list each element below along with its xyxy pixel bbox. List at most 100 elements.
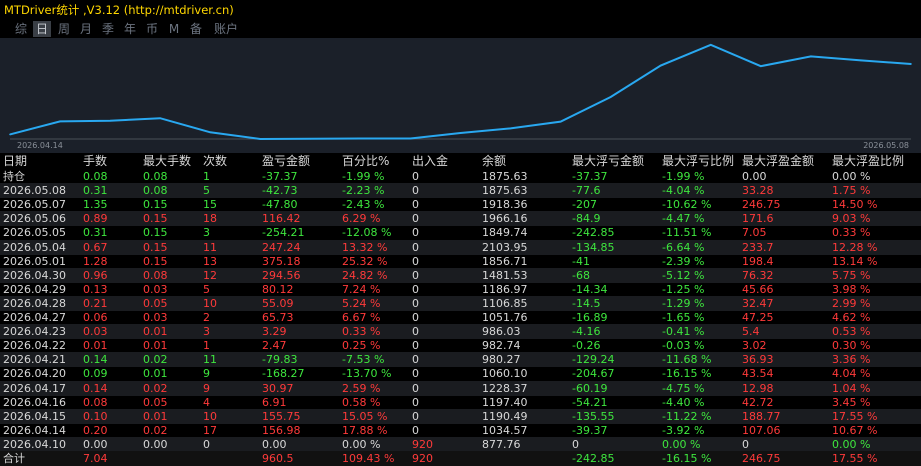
cell-date: 2026.05.04 [3, 240, 66, 254]
period-tab-9[interactable]: 账户 [211, 21, 241, 37]
table-row[interactable]: 2026.04.16 0.08 0.05 4 6.91 0.58 % 0 1197.40 -54… [0, 395, 921, 410]
cell-count: 1 [203, 170, 210, 183]
table-row[interactable]: 2026.05.04 0.67 0.15 11 247.24 13.32 % 0 2103.9… [0, 239, 921, 255]
cell-lots: 0.20 [83, 423, 108, 437]
header-max-float-loss[interactable]: 最大浮亏金额 [572, 154, 644, 169]
period-tab-6[interactable]: 币 [143, 21, 161, 37]
cell-deposit: 0 [412, 296, 419, 310]
cell-max-lots: 0.05 [143, 395, 168, 409]
cell-max-float-loss-pct: -1.65 % [662, 311, 705, 324]
period-tab-3[interactable]: 月 [77, 21, 95, 37]
cell-balance: 1051.76 [482, 311, 528, 324]
table-row[interactable]: 2026.05.06 0.89 0.15 18 116.42 6.29 % 0 1966.16… [0, 211, 921, 227]
cell-date: 2026.04.23 [3, 325, 66, 339]
period-tab-0[interactable]: 综 [12, 21, 30, 37]
cell-date: 2026.05.06 [3, 212, 66, 226]
period-tab-7[interactable]: M [165, 21, 183, 37]
header-deposit[interactable]: 出入金 [412, 154, 448, 169]
cell-date: 2026.04.15 [3, 409, 66, 423]
header-max-float-profit[interactable]: 最大浮盈金额 [742, 154, 814, 169]
cell-count: 12 [203, 268, 217, 282]
cell-pnl: -254.21 [262, 226, 305, 240]
table-row[interactable]: 2026.04.21 0.14 0.02 11 -79.83 -7.53 % 0 980.27… [0, 352, 921, 368]
total-row[interactable]: 合计 7.04 960.5 109.43 % 920 -242.85 -16.15 % 246… [0, 451, 921, 466]
period-tab-2[interactable]: 周 [55, 21, 73, 37]
cell-percent: 109.43 % [342, 452, 395, 465]
cell-max-float-profit-pct: 10.67 % [832, 423, 878, 437]
cell-count: 0 [203, 437, 210, 451]
cell-balance: 877.76 [482, 437, 521, 451]
header-max-float-loss-pct[interactable]: 最大浮亏比例 [662, 154, 734, 169]
cell-date: 2026.04.17 [3, 381, 66, 395]
cell-percent: -13.70 % [342, 367, 392, 381]
header-pnl[interactable]: 盈亏金额 [262, 154, 310, 169]
table-row[interactable]: 2026.04.23 0.03 0.01 3 3.29 0.33 % 0 986.03 -4.1… [0, 324, 921, 340]
cell-count: 11 [203, 353, 217, 367]
header-max-lots[interactable]: 最大手数 [143, 154, 191, 169]
cell-date: 2026.04.20 [3, 367, 66, 381]
cell-max-lots: 0.03 [143, 282, 168, 296]
table-row[interactable]: 2026.04.27 0.06 0.03 2 65.73 6.67 % 0 1051.76 -1… [0, 310, 921, 325]
balance-line [9, 43, 912, 140]
table-row[interactable]: 2026.04.15 0.10 0.01 10 155.75 15.05 % 0 1190.4… [0, 408, 921, 424]
cell-lots: 0.01 [83, 339, 108, 353]
cell-balance: 1918.36 [482, 198, 528, 212]
cell-max-float-profit-pct: 4.62 % [832, 311, 871, 324]
table-row[interactable]: 2026.04.17 0.14 0.02 9 30.97 2.59 % 0 1228.37 -6… [0, 380, 921, 396]
period-tab-8[interactable]: 备 [187, 21, 205, 37]
header-lots[interactable]: 手数 [83, 154, 107, 169]
cell-lots: 0.09 [83, 367, 108, 381]
cell-max-float-loss: -16.89 [572, 311, 608, 324]
cell-pnl: 247.24 [262, 240, 301, 254]
table-row[interactable]: 2026.04.30 0.96 0.08 12 294.56 24.82 % 0 1481.5… [0, 267, 921, 283]
cell-max-lots: 0.01 [143, 325, 168, 339]
cell-max-float-loss-pct: -6.64 % [662, 240, 705, 254]
cell-deposit: 920 [412, 437, 433, 451]
cell-percent: -7.53 % [342, 353, 385, 367]
app-title: MTDriver统计 ,V3.12 (http://mtdriver.cn) [4, 3, 234, 17]
cell-max-float-profit-pct: 3.45 % [832, 395, 871, 409]
cell-deposit: 0 [412, 184, 419, 198]
cell-max-float-profit: 107.06 [742, 423, 781, 437]
cell-lots: 7.04 [83, 452, 108, 465]
cell-max-float-profit: 42.72 [742, 395, 774, 409]
table-row[interactable]: 2026.05.08 0.31 0.08 5 -42.73 -2.23 % 0 1875.63… [0, 183, 921, 199]
period-tab-1[interactable]: 日 [33, 21, 51, 37]
header-count[interactable]: 次数 [203, 154, 227, 169]
table-row[interactable]: 2026.05.01 1.28 0.15 13 375.18 25.32 % 0 1856.7… [0, 254, 921, 269]
table-row[interactable]: 持仓 0.08 0.08 1 -37.37 -1.99 % 0 1875.63 -37.37 -1… [0, 169, 921, 184]
cell-max-float-loss: -4.16 [572, 325, 601, 339]
cell-max-lots: 0.01 [143, 339, 168, 353]
header-date[interactable]: 日期 [3, 154, 27, 169]
cell-max-float-loss: -54.21 [572, 395, 608, 409]
cell-max-float-loss: -14.34 [572, 282, 608, 296]
cell-date: 2026.04.10 [3, 437, 66, 451]
table-row[interactable]: 2026.04.29 0.13 0.03 5 80.12 7.24 % 0 1186.97 -1… [0, 282, 921, 297]
period-tab-4[interactable]: 季 [99, 21, 117, 37]
table-row[interactable]: 2026.04.22 0.01 0.01 1 2.47 0.25 % 0 982.74 -0.2… [0, 338, 921, 353]
header-balance[interactable]: 余额 [482, 154, 506, 169]
cell-max-float-profit: 233.7 [742, 240, 774, 254]
cell-count: 9 [203, 367, 210, 381]
cell-max-float-loss: -41 [572, 254, 590, 268]
table-row[interactable]: 2026.04.14 0.20 0.02 17 156.98 17.88 % 0 1034.5… [0, 423, 921, 438]
header-percent[interactable]: 百分比% [342, 154, 389, 169]
table-row[interactable]: 2026.04.20 0.09 0.01 9 -168.27 -13.70 % 0 1060.… [0, 366, 921, 381]
table-row[interactable]: 2026.04.28 0.21 0.05 10 55.09 5.24 % 0 1106.85 -… [0, 295, 921, 311]
cell-lots: 0.14 [83, 353, 108, 367]
cell-date: 合计 [3, 452, 25, 465]
cell-max-float-loss: -77.6 [572, 184, 601, 198]
cell-percent: 0.25 % [342, 339, 381, 353]
table-row[interactable]: 2026.05.07 1.35 0.15 15 -47.80 -2.43 % 0 1918.3… [0, 197, 921, 212]
cell-max-float-profit-pct: 12.28 % [832, 240, 878, 254]
cell-deposit: 0 [412, 212, 419, 226]
period-tab-5[interactable]: 年 [121, 21, 139, 37]
cell-max-float-profit: 188.77 [742, 409, 781, 423]
header-max-float-profit-pct[interactable]: 最大浮盈比例 [832, 154, 904, 169]
cell-pnl: 2.47 [262, 339, 287, 353]
cell-deposit: 0 [412, 198, 419, 212]
cell-max-lots: 0.08 [143, 170, 168, 183]
table-row[interactable]: 2026.04.10 0.00 0.00 0 0.00 0.00 % 920 877.76 0 0… [0, 436, 921, 452]
table-row[interactable]: 2026.05.05 0.31 0.15 3 -254.21 -12.08 % 0 1849.… [0, 225, 921, 240]
cell-deposit: 0 [412, 423, 419, 437]
